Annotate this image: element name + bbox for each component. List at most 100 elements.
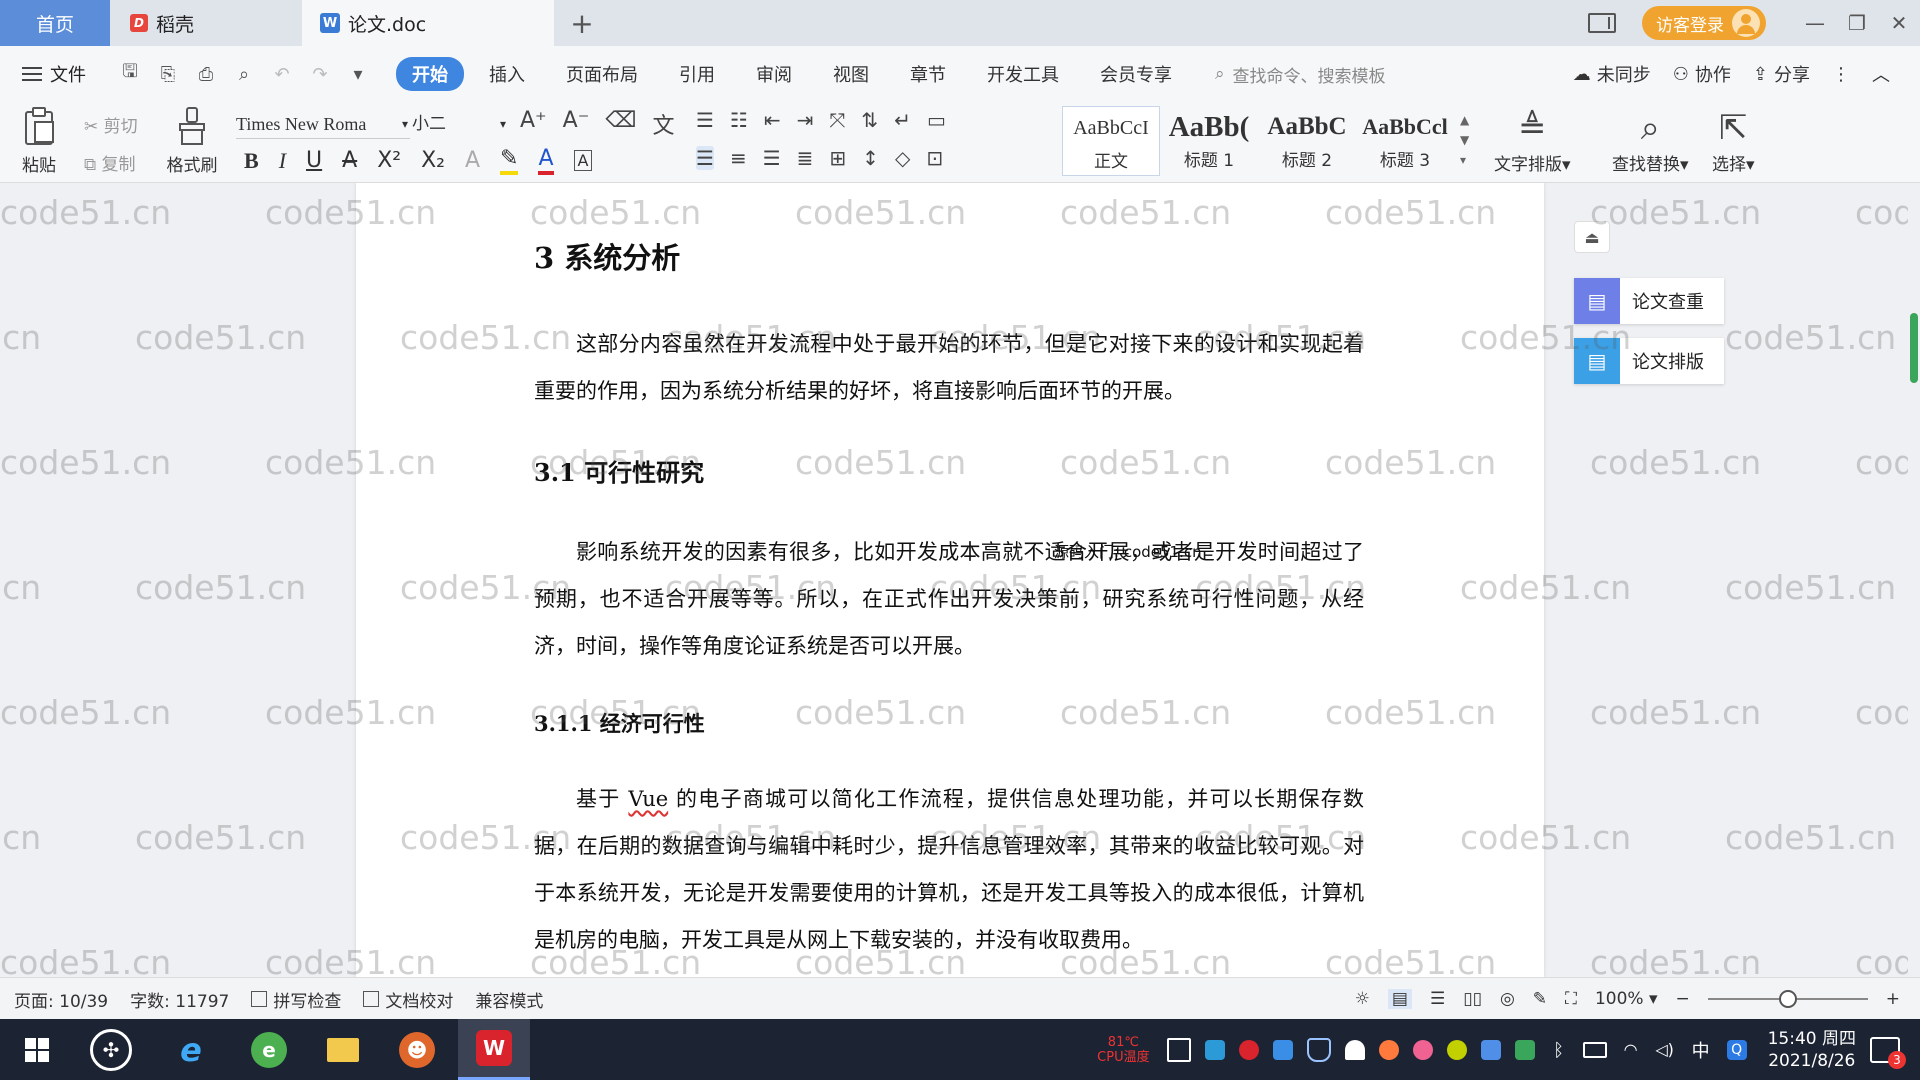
tab-developer[interactable]: 开发工具 [971,57,1075,91]
line-spacing-icon[interactable]: ↕ [862,146,879,170]
guest-login-button[interactable]: 访客登录 [1642,6,1766,40]
close-icon[interactable]: ✕ [1878,11,1920,35]
text-layout-button[interactable]: ≜ 文字排版▾ [1494,106,1571,175]
bullet-list-icon[interactable]: ☰ [696,108,714,132]
tab-page-layout[interactable]: 页面布局 [550,57,654,91]
bell-icon[interactable] [1344,1039,1365,1060]
font-name-select[interactable]: Times New Roma ▾ [236,110,410,139]
print-preview-icon[interactable]: ⌕ [234,64,254,85]
expand-icon[interactable]: ▾ [1460,150,1469,170]
increase-font-icon[interactable]: A⁺ [520,108,547,140]
tray-app-icon[interactable] [1446,1039,1467,1060]
taskbar-app-ie[interactable]: e [160,1019,222,1080]
collapse-ribbon-icon[interactable]: ︿ [1872,61,1890,87]
distributed-icon[interactable]: ⊞ [829,146,846,170]
strikethrough-icon[interactable]: A [342,148,357,173]
file-menu[interactable]: 文件 [22,61,86,87]
bluetooth-icon[interactable]: ᛒ [1549,1040,1569,1061]
taskbar-app-wps[interactable]: W [458,1019,530,1080]
export-pdf-icon[interactable]: ⎘ [158,64,178,85]
undo-icon[interactable]: ↶ [272,64,292,85]
align-left-icon[interactable]: ☰ [696,146,714,170]
save-icon[interactable]: 🖫 [120,59,140,89]
qq-icon[interactable] [1412,1039,1433,1060]
bold-icon[interactable]: B [244,148,259,174]
thesis-check-button[interactable]: ▤ 论文查重 [1574,278,1724,324]
ime-indicator[interactable]: 中 [1692,1037,1710,1063]
zoom-select[interactable]: 100% ▾ [1595,989,1658,1009]
tray-app-icon[interactable] [1272,1039,1293,1060]
chevron-up-icon[interactable]: ▲ [1460,110,1469,130]
tab-home[interactable]: 首页 [0,0,110,46]
superscript-icon[interactable]: X² [377,148,401,173]
char-border-icon[interactable]: A [573,150,593,171]
clear-format-icon[interactable]: ⌫ [605,108,636,140]
border-icon[interactable]: ⊡ [926,146,943,170]
find-replace-button[interactable]: ⌕ 查找替换▾ [1612,106,1689,175]
wifi-icon[interactable]: ◠ [1621,1040,1641,1060]
copy-button[interactable]: ⧉ 复制 [84,150,136,175]
outline-view-icon[interactable]: ☰ [1430,989,1445,1009]
tray-app-icon[interactable] [1480,1039,1501,1060]
underline-icon[interactable]: U [306,148,322,173]
format-painter-button[interactable]: 格式刷 [162,106,222,176]
tab-chapter[interactable]: 章节 [894,57,962,91]
shield-icon[interactable] [1306,1037,1331,1062]
thesis-layout-button[interactable]: ▤ 论文排版 [1574,338,1724,384]
taskbar-app-browser[interactable]: e [238,1019,300,1080]
zoom-slider[interactable] [1707,990,1868,1008]
spell-check-button[interactable]: 拼写检查 [251,987,341,1012]
show-marks-icon[interactable]: ↵ [894,108,911,132]
notification-center-icon[interactable]: 3 [1870,1036,1906,1069]
zoom-out-icon[interactable]: − [1676,989,1690,1009]
start-button[interactable] [6,1019,68,1080]
tab-docer[interactable]: D 稻壳 [110,0,302,46]
scrollbar-thumb[interactable] [1910,313,1918,383]
write-mode-icon[interactable]: ✎ [1533,989,1547,1009]
sort-icon[interactable]: ⇅ [861,108,878,132]
reading-view-icon[interactable]: ▯▯ [1463,989,1482,1009]
numbered-list-icon[interactable]: ☷ [730,108,748,132]
cut-button[interactable]: ✂ 剪切 [84,112,138,137]
minimize-icon[interactable]: — [1794,11,1836,35]
font-size-select[interactable]: 小二 ▾ [412,110,508,138]
tray-app-icon[interactable] [1204,1039,1225,1060]
document-page[interactable]: 3 系统分析 这部分内容虽然在开发流程中处于最开始的环节，但是它对接下来的设计和… [356,183,1544,977]
style-normal[interactable]: AaBbCcI 正文 [1062,106,1160,176]
search-tray-icon[interactable]: Q [1726,1039,1747,1060]
fit-page-icon[interactable]: ⛶ [1565,989,1577,1009]
text-effect-icon[interactable]: A [465,148,480,173]
restore-icon[interactable]: ❐ [1836,11,1878,35]
style-heading-1[interactable]: AaBb( 标题 1 [1160,106,1258,176]
tab-review[interactable]: 审阅 [740,57,808,91]
share-button[interactable]: ⇪ 分享 [1753,61,1810,87]
decrease-font-icon[interactable]: A⁻ [563,108,590,140]
proofread-button[interactable]: 文档校对 [363,987,453,1012]
ruler-icon[interactable]: ▭ [927,108,946,132]
collaborate-button[interactable]: ⚇ 协作 [1673,61,1731,87]
phonetic-guide-icon[interactable]: 文 [652,108,674,140]
chevron-down-icon[interactable]: ▼ [1460,130,1469,150]
more-icon[interactable]: ⋮ [1832,64,1850,85]
zoom-slider-handle[interactable] [1778,990,1797,1008]
increase-indent-icon[interactable]: ⇥ [797,108,814,132]
tab-view[interactable]: 视图 [817,57,885,91]
battery-icon[interactable] [1582,1041,1607,1058]
new-tab-button[interactable]: + [560,0,604,46]
justify-icon[interactable]: ≣ [797,146,814,170]
window-layout-icon[interactable] [1588,13,1616,33]
highlight-icon[interactable]: ✎ [500,146,519,175]
style-heading-2[interactable]: AaBbC 标题 2 [1258,106,1356,176]
tab-document[interactable]: W 论文.doc [302,0,554,46]
chinese-layout-icon[interactable]: ⤧ [829,108,845,132]
keyboard-icon[interactable] [1166,1037,1191,1062]
web-view-icon[interactable]: ◎ [1500,989,1515,1009]
tab-references[interactable]: 引用 [663,57,731,91]
zoom-in-icon[interactable]: + [1886,989,1900,1009]
align-center-icon[interactable]: ≡ [730,146,747,170]
tab-insert[interactable]: 插入 [473,57,541,91]
tab-member[interactable]: 会员专享 [1084,57,1188,91]
font-color-icon[interactable]: A [538,146,554,175]
qq-icon[interactable] [1378,1039,1399,1060]
decrease-indent-icon[interactable]: ⇤ [764,108,781,132]
